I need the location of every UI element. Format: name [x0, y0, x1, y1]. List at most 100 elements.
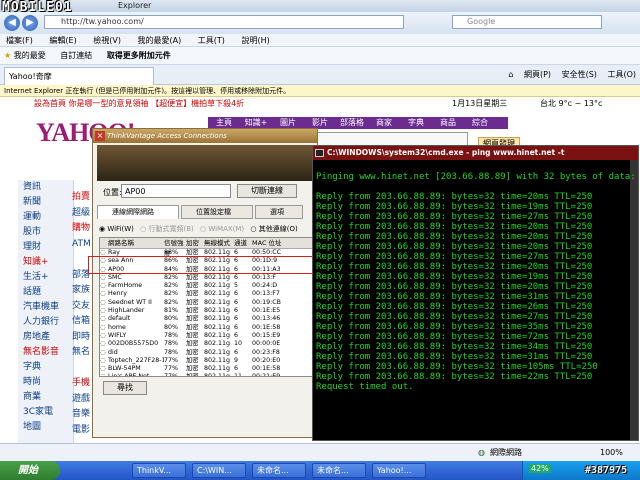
yahoo-header-links[interactable]: 設為首頁 你是哪一型的意見領袖 【超便宜】機拍草下殺4折: [34, 99, 244, 108]
table-cell: 加密: [186, 373, 199, 377]
home-icon[interactable]: ⌂: [508, 70, 513, 79]
menu-view[interactable]: 檢視(V): [93, 36, 121, 45]
table-cell: 802.11g: [204, 348, 231, 356]
wifi-icon: ◌: [100, 315, 106, 323]
safety-menu[interactable]: 安全性(S): [562, 70, 597, 79]
nav-products[interactable]: 商品: [432, 117, 464, 129]
table-cell: 77%: [164, 356, 178, 364]
back-button[interactable]: ◀: [4, 15, 20, 31]
left-menu-item[interactable]: 無名影音: [18, 345, 73, 360]
zoom-level[interactable]: 100%: [600, 444, 623, 462]
nav-all[interactable]: 綜合: [464, 117, 496, 129]
info-bar[interactable]: Internet Explorer 正在執行 (但是已停用附加元件)。按這裡以管…: [0, 85, 640, 97]
zone-label: 網際網路: [490, 448, 522, 457]
left-menu-item[interactable]: 資訊: [18, 180, 73, 195]
left-menu-item[interactable]: 運動: [18, 210, 73, 225]
left-menu-item[interactable]: 地圖: [18, 420, 73, 435]
filter-wifi[interactable]: ◉ WiFi(W): [99, 225, 134, 233]
cmd-line: Reply from 203.66.88.89: bytes=32 time=2…: [316, 282, 593, 292]
left-menu-item[interactable]: 理財: [18, 240, 73, 255]
tools-menu[interactable]: 工具(O): [607, 70, 636, 79]
column-header[interactable]: 網路名稱: [108, 238, 164, 248]
table-cell: SMC: [108, 273, 122, 281]
table-cell: 00:20:E0: [252, 356, 281, 364]
status-bar: ◍ 網際網路 100%: [0, 443, 640, 461]
nav-dictionary[interactable]: 字典: [400, 117, 432, 129]
favorites-button[interactable]: 我的最愛: [14, 51, 46, 60]
tab-connect-internet[interactable]: 連線網際網路: [97, 205, 179, 219]
left-menu-item[interactable]: 生活+: [18, 270, 73, 285]
start-button[interactable]: 開始: [0, 461, 60, 480]
left-menu-item[interactable]: 新聞: [18, 195, 73, 210]
tab-yahoo[interactable]: Yahoo!奇摩: [4, 67, 154, 85]
close-icon[interactable]: ×: [95, 131, 105, 141]
network-row[interactable]: ◌ SMC 82% 加密 802.11g 6 00:13:F: [100, 274, 312, 282]
left-menu-item[interactable]: 知識+: [18, 255, 73, 270]
network-row[interactable]: ◌ Seednet WT II 82% 加密 802.11g 6 00:19:CB: [100, 299, 312, 307]
task-untitled-1[interactable]: 未命名...: [252, 463, 306, 478]
network-row[interactable]: ◌ Lin's APE Net 77% 加密 802.11g 11 00:21:E9: [100, 373, 312, 377]
network-row[interactable]: ◌ BLW-54PM 77% 加密 802.11g 6 00:1E:58: [100, 365, 312, 373]
find-button[interactable]: 尋找: [103, 381, 147, 395]
location-select[interactable]: AP00: [121, 184, 231, 198]
left-menu-item[interactable]: 人力銀行: [18, 315, 73, 330]
tab-location-profiles[interactable]: 位置設定檔: [181, 205, 253, 219]
wifi-icon: ◌: [100, 273, 106, 281]
filter-other[interactable]: ○ 其他連線(O): [250, 225, 297, 233]
column-header[interactable]: 信號強度: [164, 238, 186, 258]
table-cell: 10: [234, 340, 243, 348]
search-input[interactable]: Google: [452, 15, 602, 29]
network-row[interactable]: ◌ home 80% 加密 802.11g 6 00:1E:58: [100, 324, 312, 332]
filter-mobile[interactable]: ○ 行動式寬頻(B): [140, 225, 194, 233]
column-header[interactable]: 加密: [186, 238, 204, 248]
filter-wimax[interactable]: ○ WiMAX(M): [200, 225, 244, 233]
get-addons[interactable]: 取得更多附加元件: [107, 51, 171, 60]
left-menu-item[interactable]: 股市: [18, 225, 73, 240]
nav-blog[interactable]: 部落格: [336, 117, 368, 129]
disconnect-button[interactable]: 切斷連線: [237, 184, 297, 198]
left-menu-item[interactable]: 汽車機車: [18, 300, 73, 315]
menu-tools[interactable]: 工具(T): [198, 36, 225, 45]
menu-file[interactable]: 檔案(F): [6, 36, 33, 45]
task-cmd[interactable]: C:\WIN...: [192, 463, 246, 478]
column-header[interactable]: 通道: [234, 238, 252, 248]
menu-edit[interactable]: 編輯(E): [49, 36, 76, 45]
custom-links[interactable]: 自訂連結: [60, 51, 92, 60]
battery-indicator[interactable]: 42%: [529, 464, 551, 473]
ie-title-text: Explorer: [118, 1, 152, 10]
network-row[interactable]: ◌ FarmHome 82% 加密 802.11g 5 00:24:D: [100, 282, 312, 290]
address-input[interactable]: http://tw.yahoo.com/: [44, 15, 404, 29]
task-yahoo[interactable]: Yahoo!...: [372, 463, 426, 478]
network-row[interactable]: ◌ HighLander 81% 加密 802.11g 6 00:1E:E5: [100, 307, 312, 315]
table-cell: 加密: [186, 315, 199, 323]
wifi-icon: ◌: [100, 323, 106, 331]
network-row[interactable]: ◌ WIFLY 78% 加密 802.11g 6 00:15:E9: [100, 332, 312, 340]
column-header[interactable]: [100, 238, 108, 248]
network-row[interactable]: ◌ did 78% 加密 802.11g 6 00:23:F8: [100, 349, 312, 357]
table-cell: 加密: [186, 323, 199, 331]
left-menu-item[interactable]: 話題: [18, 285, 73, 300]
menu-favorites[interactable]: 我的最愛(A): [138, 36, 182, 45]
menu-help[interactable]: 說明(H): [241, 36, 269, 45]
tab-options[interactable]: 選項: [255, 205, 303, 219]
page-menu[interactable]: 網頁(P): [524, 70, 551, 79]
forward-button[interactable]: ▶: [22, 15, 38, 31]
network-row[interactable]: ◌ default 80% 加密 802.11g 6 00:13:46: [100, 315, 312, 323]
task-thinkvantage[interactable]: ThinkV...: [132, 463, 186, 478]
left-menu-item[interactable]: 房地產: [18, 330, 73, 345]
column-header[interactable]: MAC 位址: [252, 238, 282, 248]
task-untitled-2[interactable]: 未命名...: [312, 463, 366, 478]
left-menu-item[interactable]: 字典: [18, 360, 73, 375]
network-row[interactable]: ◌ 002D0B5575D0 78% 加密 802.11g 10 00:00:0E: [100, 340, 312, 348]
left-menu-item[interactable]: 商業: [18, 390, 73, 405]
table-cell: 00:24:D: [252, 282, 278, 290]
table-cell: Seednet WT II: [108, 298, 152, 306]
nav-shops[interactable]: 商家: [368, 117, 400, 129]
left-menu-item[interactable]: 3C家電: [18, 405, 73, 420]
wifi-icon: ◌: [100, 307, 106, 315]
left-menu-item[interactable]: 時尚: [18, 375, 73, 390]
network-row[interactable]: ◌ Henry 82% 加密 802.11g 6 00:13:F7: [100, 290, 312, 298]
table-cell: 81%: [164, 307, 178, 315]
column-header[interactable]: 無線模式: [204, 238, 234, 248]
network-row[interactable]: ◌ Toptech_227F28-1 77% 加密 802.11g 9 00:20:E0: [100, 357, 312, 365]
